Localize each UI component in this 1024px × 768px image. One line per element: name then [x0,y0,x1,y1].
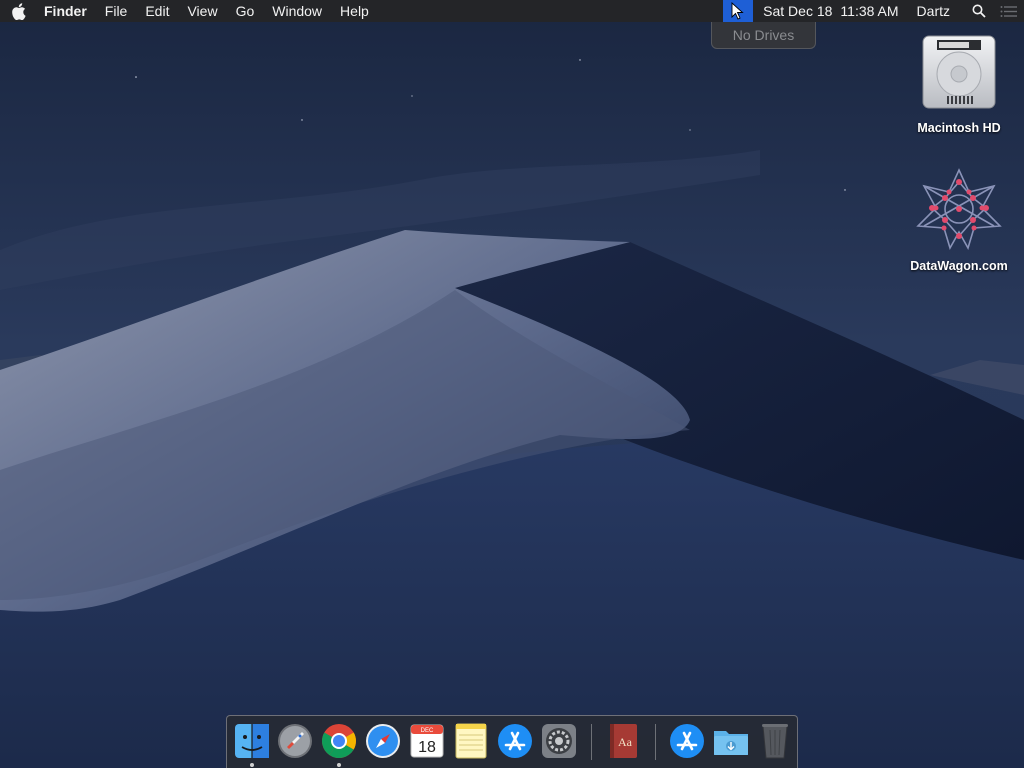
apple-logo-icon[interactable] [0,0,36,22]
trash-icon[interactable] [755,721,795,761]
menu-help[interactable]: Help [331,0,378,22]
desktop-icon-datawagon[interactable]: DataWagon.com [904,168,1014,273]
menu-bar: Finder File Edit View Go Window Help Sat… [0,0,1024,22]
dropdown-item-no-drives: No Drives [732,27,795,43]
dictionary-label: Aa [618,735,633,749]
desktop-wallpaper [0,0,1024,768]
menu-edit[interactable]: Edit [136,0,178,22]
dock: DEC 18 Aa [226,715,798,768]
menu-finder[interactable]: Finder [36,0,96,22]
dictionary-icon[interactable]: Aa [603,721,643,761]
dock-separator [591,724,592,760]
running-indicator [250,763,254,767]
launchpad-icon[interactable] [275,721,315,761]
hard-drive-icon [922,35,996,109]
menu-window[interactable]: Window [263,0,331,22]
menu-file[interactable]: File [96,0,137,22]
desktop-icon-macintosh-hd[interactable]: Macintosh HD [904,32,1014,135]
system-preferences-icon[interactable] [539,721,579,761]
clock-time[interactable]: 11:38 AM [836,0,902,22]
calendar-day: 18 [418,739,436,756]
desktop-icon-label: Macintosh HD [917,121,1001,135]
desktop-icon-label: DataWagon.com [910,259,1008,273]
clock-date[interactable]: Sat Dec 18 [759,0,836,22]
drive-status-dropdown: No Drives [711,22,816,49]
safari-icon[interactable] [363,721,403,761]
chrome-icon[interactable] [319,721,359,761]
calendar-icon[interactable]: DEC 18 [407,721,447,761]
notes-icon[interactable] [451,721,491,761]
downloads-folder-icon[interactable] [711,721,751,761]
spotlight-search-icon[interactable] [964,0,994,22]
notification-center-icon[interactable] [994,0,1024,22]
applications-folder-icon[interactable] [667,721,707,761]
menu-view[interactable]: View [178,0,226,22]
user-name[interactable]: Dartz [913,0,954,22]
app-store-icon[interactable] [495,721,535,761]
calendar-month: DEC [421,728,434,734]
dock-separator [655,724,656,760]
running-indicator [337,763,341,767]
network-star-icon [916,168,1002,251]
finder-icon[interactable] [232,721,272,761]
drive-status-icon[interactable] [723,0,754,22]
menu-go[interactable]: Go [227,0,264,22]
